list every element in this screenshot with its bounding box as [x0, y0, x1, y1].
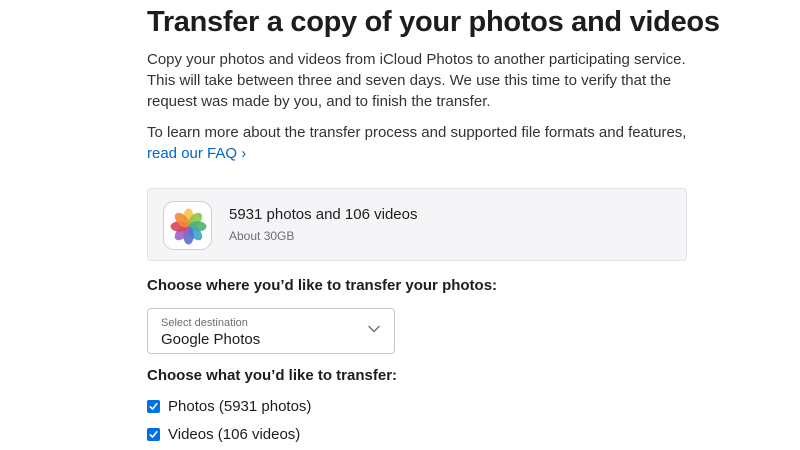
checkmark-icon — [149, 430, 158, 438]
photos-app-icon — [163, 201, 212, 250]
intro-text: Copy your photos and videos from iCloud … — [147, 51, 686, 110]
photos-option-label: Photos (5931 photos) — [168, 397, 312, 415]
library-size: About 30GB — [229, 229, 295, 243]
destination-select-value: Google Photos — [161, 331, 261, 348]
photos-checkbox[interactable] — [147, 399, 160, 413]
library-summary-card: 5931 photos and 106 videos About 30GB — [147, 188, 687, 261]
page-title: Transfer a copy of your photos and video… — [147, 6, 720, 38]
videos-checkbox[interactable] — [147, 427, 160, 441]
videos-option-label: Videos (106 videos) — [168, 425, 301, 443]
destination-heading: Choose where you’d like to transfer your… — [147, 277, 498, 294]
destination-select-label: Select destination — [161, 317, 248, 329]
destination-select[interactable]: Select destination Google Photos — [147, 308, 395, 354]
faq-paragraph: To learn more about the transfer process… — [147, 122, 687, 164]
chevron-down-icon — [368, 325, 380, 333]
checkmark-icon — [149, 402, 158, 410]
faq-text: To learn more about the transfer process… — [147, 124, 687, 141]
videos-option[interactable]: Videos (106 videos) — [147, 425, 300, 443]
photos-option[interactable]: Photos (5931 photos) — [147, 397, 311, 415]
faq-link[interactable]: read our FAQ › — [147, 145, 246, 162]
transfer-page: Transfer a copy of your photos and video… — [0, 0, 800, 450]
library-item-count: 5931 photos and 106 videos — [229, 206, 418, 223]
transfer-options-heading: Choose what you’d like to transfer: — [147, 367, 398, 384]
